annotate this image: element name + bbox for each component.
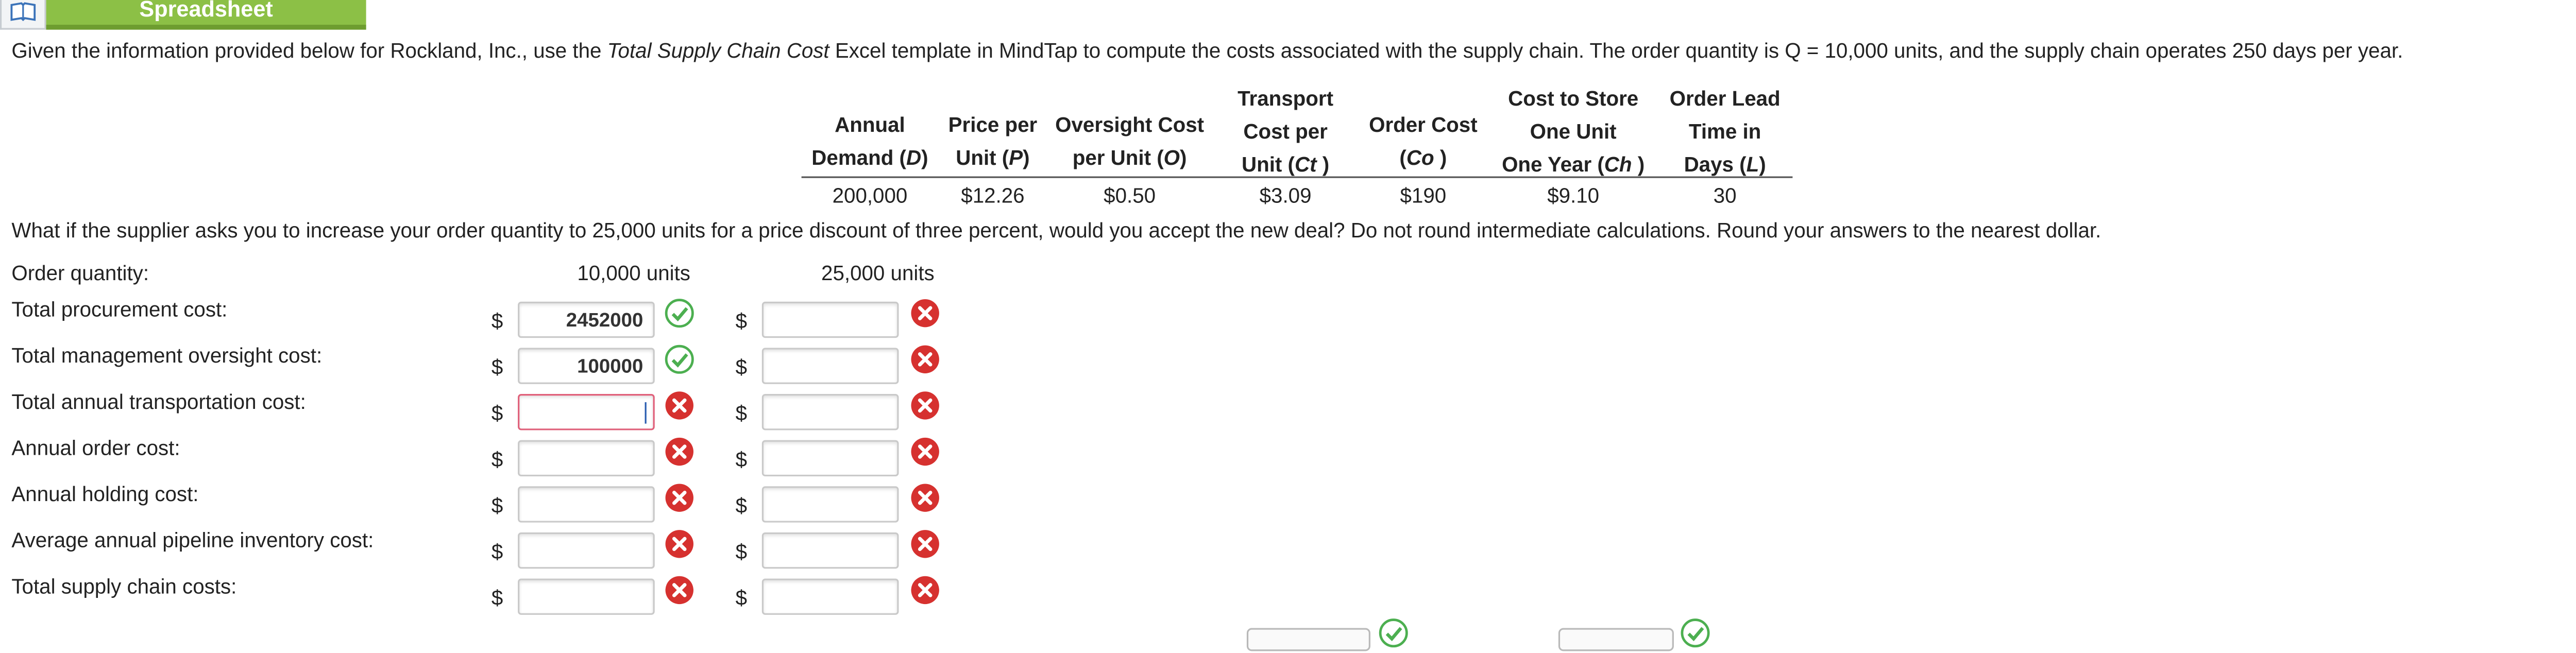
answer-input-25000[interactable] [761,440,899,477]
currency-symbol: $ [735,540,748,564]
col1-head: 10,000 units [577,262,690,285]
row-label: Total annual transportation cost: [11,390,306,414]
answer-input-25000[interactable] [761,532,899,569]
error-icon [665,529,694,559]
currency-symbol: $ [491,356,503,380]
currency-symbol: $ [735,494,748,518]
row-label: Total supply chain costs: [11,575,237,598]
error-icon [910,483,940,513]
answer-input-25000[interactable] [761,394,899,431]
error-icon [910,298,940,328]
currency-symbol: $ [735,448,748,472]
spreadsheet-tab[interactable]: Spreadsheet [0,0,366,30]
header-price: Price per Unit (P) [948,113,1038,170]
order-quantity-label: Order quantity: [11,262,149,285]
col2-head: 25,000 units [821,262,935,285]
answer-input-10000[interactable] [518,440,655,477]
error-icon [910,391,940,421]
answer-input-10000[interactable] [518,394,655,431]
check-icon [665,345,694,374]
row-label: Total management oversight cost: [11,344,323,368]
currency-symbol: $ [491,448,503,472]
value-demand: 200,000 [832,184,908,208]
check-icon [665,298,694,328]
error-icon [665,575,694,605]
currency-symbol: $ [735,402,748,425]
row-label: Annual order cost: [11,437,180,460]
currency-symbol: $ [735,587,748,610]
answer-input-10000[interactable] [518,532,655,569]
answer-input-10000[interactable] [518,578,655,615]
template-name: Total Supply Chain Cost [607,39,829,63]
book-icon [0,0,46,30]
text-caret [643,402,647,424]
error-icon [910,345,940,374]
answer-input-10000[interactable]: 2452000 [518,301,655,338]
answer-input-10000[interactable] [518,486,655,523]
currency-symbol: $ [491,494,503,518]
currency-symbol: $ [735,356,748,380]
value-oversight: $0.50 [1104,184,1156,208]
answer-dropdown-1[interactable] [1246,628,1370,651]
error-icon [665,483,694,513]
error-icon [665,391,694,421]
value-price: $12.26 [961,184,1025,208]
currency-symbol: $ [491,540,503,564]
check-icon [1681,618,1710,648]
error-icon [910,437,940,467]
value-transport: $3.09 [1259,184,1312,208]
row-label: Average annual pipeline inventory cost: [11,529,374,553]
header-demand: Annual Demand (D) [811,113,928,170]
page: Spreadsheet Given the information provid… [0,0,2576,651]
question-text: What if the supplier asks you to increas… [11,219,2102,243]
error-icon [910,529,940,559]
row-label: Annual holding cost: [11,483,199,506]
header-transport: Transport Cost per Unit (Ct ) [1238,87,1334,177]
header-store-cost: Cost to Store One Unit One Year (Ch ) [1502,87,1645,177]
currency-symbol: $ [491,310,503,333]
bottom-question-clipped [11,628,1232,640]
spreadsheet-tab-label: Spreadsheet [46,0,366,30]
header-oversight: Oversight Cost per Unit (O) [1055,113,1205,170]
currency-symbol: $ [491,402,503,425]
table-header-rule [801,176,1793,178]
answer-input-25000[interactable] [761,348,899,384]
intro-text: Given the information provided below for… [11,39,2403,63]
answer-dropdown-2[interactable] [1558,628,1674,651]
value-store-cost: $9.10 [1547,184,1600,208]
header-lead-time: Order Lead Time in Days (L) [1669,87,1781,177]
error-icon [665,437,694,467]
header-order-cost: Order Cost (Co ) [1369,113,1478,170]
value-order-cost: $190 [1400,184,1447,208]
answer-input-10000[interactable]: 100000 [518,348,655,384]
check-icon [1379,618,1409,648]
answer-input-25000[interactable] [761,301,899,338]
currency-symbol: $ [735,310,748,333]
answer-input-25000[interactable] [761,578,899,615]
answer-input-25000[interactable] [761,486,899,523]
value-lead-time: 30 [1713,184,1737,208]
currency-symbol: $ [491,587,503,610]
row-label: Total procurement cost: [11,298,228,322]
error-icon [910,575,940,605]
